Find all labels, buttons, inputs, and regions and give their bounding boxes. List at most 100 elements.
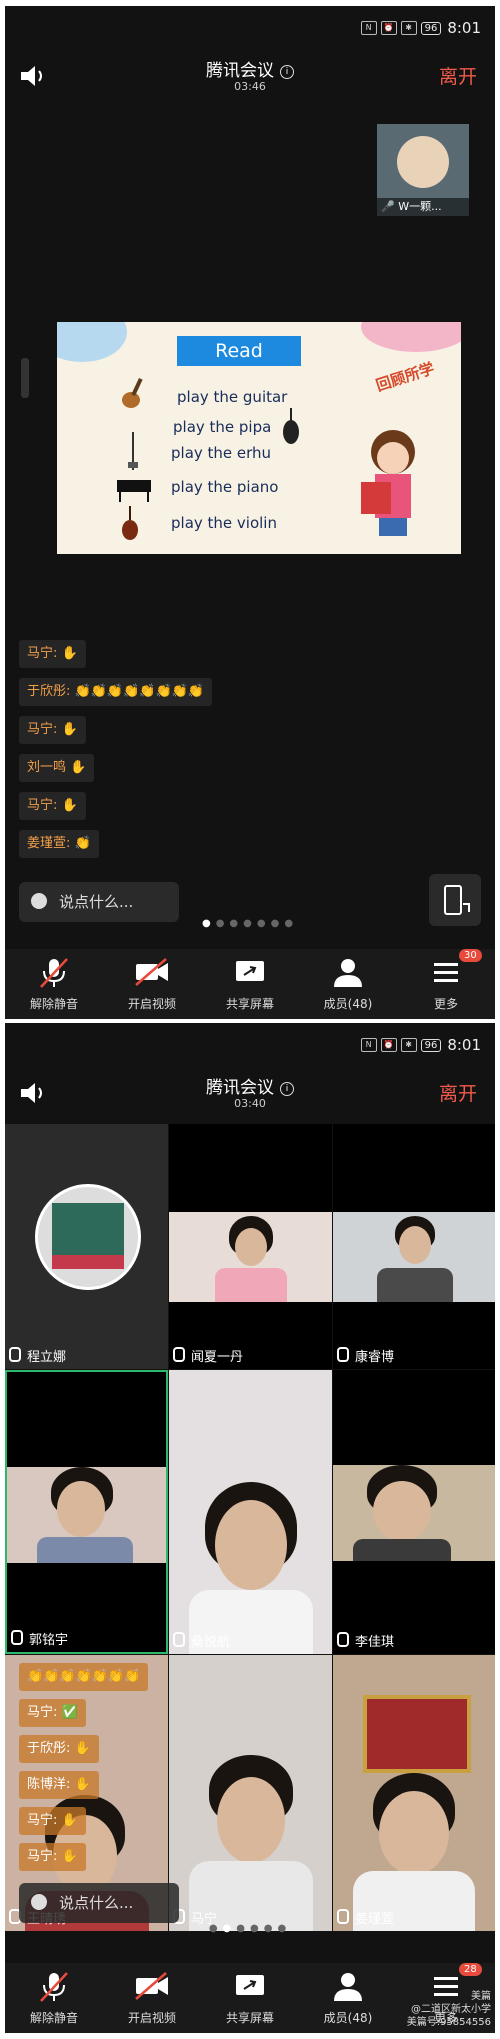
watermark-brand: 美篇	[471, 1991, 491, 2002]
more-badge: 30	[459, 949, 482, 962]
participant-tile[interactable]: 闻夏一丹	[169, 1124, 332, 1369]
participant-body	[353, 1539, 451, 1561]
participant-face	[373, 1481, 431, 1541]
chat-message: 于欣彤: 👏👏👏👏👏👏👏👏	[19, 678, 213, 706]
meeting-titlebar: 腾讯会议 i 03:46 离开	[5, 50, 495, 104]
slide-row: play the erhu	[171, 444, 272, 462]
more-button[interactable]: 30 更多	[397, 949, 495, 1019]
participant-name: 程立娜	[9, 1346, 66, 1365]
participant-tile[interactable]: 程立娜	[5, 1124, 168, 1369]
participant-face	[57, 1481, 105, 1537]
page-indicator[interactable]: ●●●●●●●	[5, 918, 495, 929]
mic-icon	[173, 1347, 185, 1362]
chat-message: 马宁: ✋	[19, 716, 86, 744]
slide-row: play the pipa	[173, 418, 272, 436]
participant-video	[169, 1212, 332, 1302]
members-icon	[334, 1973, 362, 2001]
meeting-title[interactable]: 腾讯会议 i	[5, 1073, 495, 1098]
participant-tile[interactable]: 康睿博	[333, 1124, 495, 1369]
leave-button[interactable]: 离开	[439, 62, 477, 89]
alarm-icon: ⏰	[380, 21, 397, 35]
participant-tile[interactable]: 李佳琪	[333, 1370, 495, 1654]
video-off-icon	[135, 1972, 168, 2000]
slide-stamp: 回顾所学	[373, 359, 437, 395]
watermark-school: @二道区新太小学	[411, 2004, 491, 2015]
participant-tile[interactable]: 桑悦航	[169, 1370, 332, 1654]
mic-icon	[337, 1347, 349, 1362]
meeting-gallery-view: N ⏰ ✱ 96 8:01 腾讯会议 i 03:40 离开 程立娜 闻夏一丹 康…	[5, 1023, 495, 2033]
avatar-picture	[52, 1255, 124, 1269]
mic-icon	[9, 1347, 21, 1362]
video-off-icon	[135, 958, 168, 986]
clock: 8:01	[447, 19, 481, 37]
self-video-thumbnail[interactable]: 🎤 W一颗...	[377, 124, 469, 216]
chat-input[interactable]: 说点什么...	[19, 1883, 179, 1923]
unmute-button[interactable]: 解除静音	[5, 1963, 103, 2033]
shared-slide: Read 回顾所学 play the guitar play the pipa …	[57, 322, 461, 554]
nfc-icon: N	[360, 1038, 377, 1052]
chat-message: 马宁: ✅	[19, 1699, 86, 1727]
participant-video	[169, 1370, 332, 1654]
meeting-title[interactable]: 腾讯会议 i	[5, 56, 495, 81]
erhu-icon	[123, 432, 143, 472]
participant-name: 郭铭宇	[11, 1629, 68, 1648]
info-icon[interactable]: i	[280, 65, 294, 79]
emoji-icon[interactable]	[31, 1894, 47, 1910]
nfc-icon: N	[360, 21, 377, 35]
girl-reading-illustration	[353, 422, 433, 542]
status-bar: N ⏰ ✱ 96 8:01	[5, 1023, 495, 1067]
participant-tile[interactable]: 姜瑾萱	[333, 1655, 495, 1931]
participant-body	[37, 1537, 133, 1563]
chat-input[interactable]: 说点什么...	[19, 882, 179, 922]
pipa-icon	[279, 406, 303, 446]
members-icon	[334, 959, 362, 987]
info-icon[interactable]: i	[280, 1082, 294, 1096]
chat-message: 马宁: ✋	[19, 1843, 86, 1871]
mic-icon	[337, 1909, 349, 1924]
slide-decoration	[361, 322, 461, 352]
chat-message: 马宁: ✋	[19, 792, 86, 820]
vibrate-icon: ✱	[400, 1038, 417, 1052]
members-button[interactable]: 成员(48)	[299, 1963, 397, 2033]
side-handle[interactable]	[21, 358, 29, 398]
participant-tile-active-speaker[interactable]: 郭铭宇	[5, 1370, 168, 1654]
participant-video	[333, 1212, 495, 1302]
piano-icon	[115, 474, 153, 504]
chat-message: 姜瑾萱: 👏	[19, 830, 99, 858]
mic-muted-icon	[40, 1972, 68, 2002]
alarm-icon: ⏰	[380, 1038, 397, 1052]
self-view-caption: 🎤 W一颗...	[377, 198, 469, 216]
share-screen-button[interactable]: 共享屏幕	[201, 949, 299, 1019]
mic-icon	[173, 1632, 185, 1647]
participant-video	[333, 1655, 495, 1931]
vibrate-icon: ✱	[400, 21, 417, 35]
start-video-button[interactable]: 开启视频	[103, 1963, 201, 2033]
members-button[interactable]: 成员(48)	[299, 949, 397, 1019]
chat-message: 马宁: ✋	[19, 640, 86, 668]
share-screen-button[interactable]: 共享屏幕	[201, 1963, 299, 2033]
participant-video	[7, 1467, 166, 1563]
chat-message: 陈博洋: ✋	[19, 1771, 99, 1799]
page-indicator[interactable]: ●●●●●●	[5, 1923, 495, 1934]
mic-muted-icon	[40, 958, 68, 988]
participant-face	[399, 1226, 431, 1264]
battery-indicator: 96	[420, 1038, 442, 1052]
meeting-screen-share-view: N ⏰ ✱ 96 8:01 腾讯会议 i 03:46 离开 🎤 W一颗... Re…	[5, 6, 495, 1019]
participant-video	[333, 1465, 495, 1561]
emoji-icon[interactable]	[31, 893, 47, 909]
avatar	[397, 136, 449, 188]
violin-icon	[119, 506, 141, 542]
unmute-button[interactable]: 解除静音	[5, 949, 103, 1019]
leave-button[interactable]: 离开	[439, 1079, 477, 1106]
start-video-button[interactable]: 开启视频	[103, 949, 201, 1019]
chat-message-partial: 👏👏👏👏👏👏👏	[19, 1663, 149, 1691]
more-badge: 28	[459, 1963, 482, 1976]
participant-face	[235, 1228, 267, 1266]
meeting-toolbar: 解除静音 开启视频 共享屏幕 成员(48) 30 更多	[5, 949, 495, 1019]
meeting-titlebar: 腾讯会议 i 03:40 离开	[5, 1067, 495, 1121]
participant-tile[interactable]: 马宁	[169, 1655, 332, 1931]
chat-message: 马宁: ✋	[19, 1807, 86, 1835]
participant-face	[379, 1791, 449, 1875]
slide-heading: Read	[177, 336, 301, 366]
participant-name: 康睿博	[337, 1346, 394, 1365]
